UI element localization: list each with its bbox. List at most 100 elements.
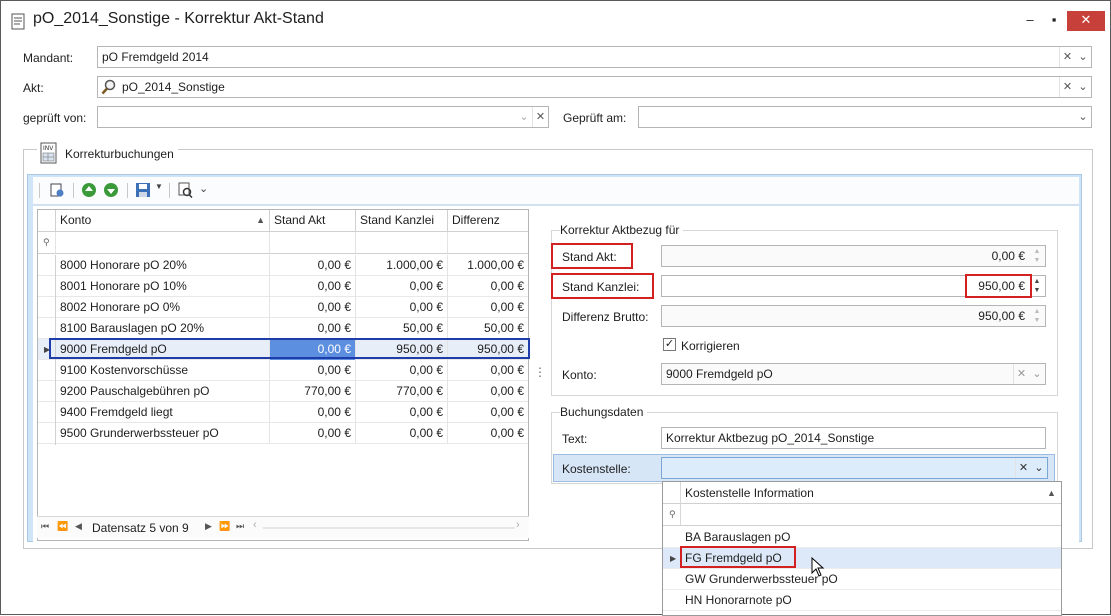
akt-field[interactable]: pO_2014_Sonstige ✕ ⌄	[97, 76, 1092, 98]
column-header-differenz[interactable]: Differenz	[448, 210, 528, 232]
clear-icon[interactable]: ✕	[1059, 77, 1075, 97]
toolbar-separator	[39, 183, 40, 198]
invoice-icon: INV	[40, 142, 57, 164]
table-row[interactable]: 9100 Kostenvorschüsse 0,00 € 0,00 € 0,00…	[38, 360, 528, 381]
cell-konto: 8001 Honorare pO 10%	[56, 276, 270, 297]
selected-row-highlight	[49, 338, 530, 359]
filter-cell[interactable]	[56, 232, 270, 253]
stand-akt-field[interactable]: 0,00 € ▲ ▼	[661, 245, 1046, 267]
stand-kanzlei-value-highlight	[965, 274, 1032, 298]
splitter-handle[interactable]: ⋮	[534, 365, 546, 379]
next-record-icon[interactable]: ▶	[205, 521, 212, 532]
clear-icon[interactable]: ✕	[532, 107, 548, 127]
scroll-right-icon[interactable]: ›	[516, 519, 520, 531]
view-record-icon[interactable]	[49, 182, 65, 198]
dropdown-filter-row[interactable]: ⚲	[663, 504, 1061, 526]
close-icon[interactable]: ✕	[1067, 11, 1105, 31]
filter-row[interactable]: ⚲	[38, 232, 528, 254]
table-row[interactable]: 9500 Grunderwerbssteuer pO 0,00 € 0,00 €…	[38, 423, 528, 444]
spin-icon[interactable]: ▲ ▼	[1030, 307, 1044, 325]
move-down-icon[interactable]	[103, 182, 119, 198]
geprueft-von-field[interactable]: ⌄ ✕	[97, 106, 549, 128]
mandant-field[interactable]: pO Fremdgeld 2014 ✕ ⌄	[97, 46, 1092, 68]
previous-page-icon[interactable]: ⏪	[57, 521, 68, 532]
cell-differenz: 0,00 €	[490, 384, 524, 398]
geprueft-am-field[interactable]: ⌄	[638, 106, 1092, 128]
first-record-icon[interactable]: ⏮	[41, 521, 49, 532]
chevron-down-icon[interactable]: ⌄	[1029, 364, 1045, 384]
clear-icon[interactable]: ✕	[1015, 458, 1031, 478]
last-record-icon[interactable]: ⏭	[236, 521, 244, 532]
column-header-konto[interactable]: Konto ▲	[56, 210, 270, 232]
dropdown-item[interactable]: HN Honorarnote pO	[663, 590, 1061, 611]
table-row[interactable]: 8000 Honorare pO 20% 0,00 € 1.000,00 € 1…	[38, 255, 528, 276]
stand-akt-highlight	[551, 243, 633, 269]
horizontal-scrollbar[interactable]	[263, 527, 515, 529]
sort-ascending-icon: ▲	[1047, 488, 1056, 498]
differenz-field[interactable]: 950,00 € ▲ ▼	[661, 305, 1046, 327]
table-row[interactable]: 8100 Barauslagen pO 20% 0,00 € 50,00 € 5…	[38, 318, 528, 339]
maximize-icon[interactable]: ▪	[1037, 11, 1071, 31]
dropdown-item[interactable]: BA Barauslagen pO	[663, 527, 1061, 548]
cell-differenz: 0,00 €	[490, 279, 524, 293]
chevron-down-icon[interactable]: ⌄	[1075, 107, 1091, 127]
spin-icon[interactable]: ▲ ▼	[1030, 277, 1044, 295]
cell-stand-kanzlei: 770,00 €	[356, 381, 448, 402]
cell-konto: 8002 Honorare pO 0%	[56, 297, 270, 318]
previous-record-icon[interactable]: ◀	[75, 521, 82, 532]
korrektur-title: Korrektur Aktbezug für	[560, 223, 684, 237]
column-header-stand-akt[interactable]: Stand Akt	[270, 210, 356, 232]
cell-differenz: 0,00 €	[490, 426, 524, 440]
cell-stand-kanzlei: 0,00 €	[356, 402, 448, 423]
cell-differenz: 0,00 €	[490, 363, 524, 377]
clear-icon[interactable]: ✕	[1059, 47, 1075, 67]
dropdown-header[interactable]: Kostenstelle Information ▲	[663, 482, 1061, 526]
korrigieren-checkbox[interactable]: ✓	[663, 338, 676, 351]
fg-item-highlight	[680, 546, 796, 568]
chevron-down-icon[interactable]: ⌄	[1075, 47, 1091, 67]
filter-cell[interactable]	[448, 232, 528, 253]
table-row[interactable]: 9200 Pauschalgebühren pO 770,00 € 770,00…	[38, 381, 528, 402]
konto-field[interactable]: 9000 Fremdgeld pO ✕ ⌄	[661, 363, 1046, 385]
table-row[interactable]: 8002 Honorare pO 0% 0,00 € 0,00 € 0,00 €	[38, 297, 528, 318]
spin-icon[interactable]: ▲ ▼	[1030, 247, 1044, 265]
dropdown-item-label: BA Barauslagen pO	[685, 530, 791, 544]
chevron-down-icon[interactable]: ⌄	[199, 182, 215, 198]
next-page-icon[interactable]: ⏩	[219, 521, 230, 532]
main-window: pO_2014_Sonstige - Korrektur Akt-Stand –…	[0, 0, 1111, 616]
save-icon[interactable]	[135, 182, 151, 198]
accounts-grid: Konto ▲ Stand Akt Stand Kanzlei Differen…	[37, 209, 529, 541]
dropdown-item[interactable]: GW Grunderwerbssteuer pO	[663, 569, 1061, 590]
chevron-down-icon[interactable]: ⌄	[1031, 458, 1047, 478]
clear-icon[interactable]: ✕	[1013, 364, 1029, 384]
sort-ascending-icon: ▲	[256, 215, 265, 225]
chevron-down-icon[interactable]: ⌄	[1075, 77, 1091, 97]
text-field[interactable]: Korrektur Aktbezug pO_2014_Sonstige	[661, 427, 1046, 449]
find-icon[interactable]	[177, 182, 193, 198]
column-header-label: Stand Akt	[274, 213, 326, 227]
mandant-value: pO Fremdgeld 2014	[102, 50, 209, 64]
cell-stand-akt: 0,00 €	[270, 297, 356, 318]
table-row[interactable]: 8001 Honorare pO 10% 0,00 € 0,00 € 0,00 …	[38, 276, 528, 297]
dropdown-item-label: HN Honorarnote pO	[685, 593, 792, 607]
dropdown-header-label: Kostenstelle Information	[685, 486, 814, 500]
table-row[interactable]: 9400 Fremdgeld liegt 0,00 € 0,00 € 0,00 …	[38, 402, 528, 423]
konto-value: 9000 Fremdgeld pO	[666, 367, 773, 381]
chevron-down-icon[interactable]: ⌄	[516, 107, 532, 127]
window-title: pO_2014_Sonstige - Korrektur Akt-Stand	[33, 10, 324, 27]
title-bar: pO_2014_Sonstige - Korrektur Akt-Stand –…	[1, 1, 1110, 37]
scroll-left-icon[interactable]: ‹	[253, 519, 257, 531]
record-counter: Datensatz 5 von 9	[92, 521, 189, 535]
cell-differenz: 0,00 €	[490, 405, 524, 419]
move-up-icon[interactable]	[81, 182, 97, 198]
kostenstelle-field[interactable]: ✕ ⌄	[661, 457, 1048, 479]
filter-cell[interactable]	[356, 232, 448, 253]
cell-stand-kanzlei: 0,00 €	[356, 360, 448, 381]
column-header-stand-kanzlei[interactable]: Stand Kanzlei	[356, 210, 448, 232]
record-navigator: ⏮ ⏪ ◀ Datensatz 5 von 9 ▶ ⏩ ⏭ ‹ ›	[37, 516, 529, 538]
cell-differenz: 50,00 €	[483, 321, 524, 335]
filter-cell[interactable]	[270, 232, 356, 253]
search-icon[interactable]	[101, 79, 117, 95]
cell-stand-akt: 0,00 €	[270, 276, 356, 297]
cell-stand-kanzlei: 1.000,00 €	[356, 255, 448, 276]
